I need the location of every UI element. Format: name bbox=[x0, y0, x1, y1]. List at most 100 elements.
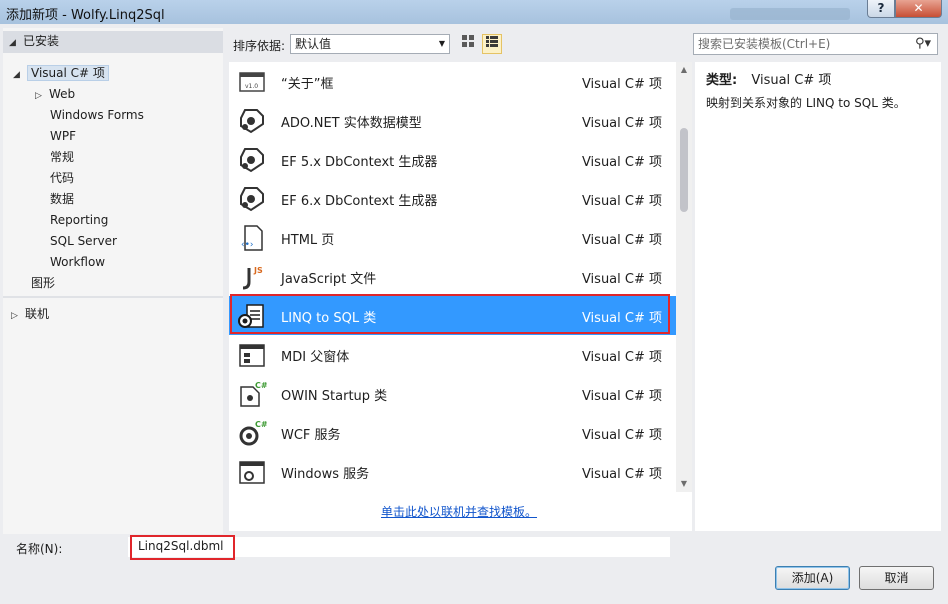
list-scrollbar[interactable]: ▲ ▼ bbox=[676, 62, 692, 492]
item-name: “关于”框 bbox=[281, 77, 334, 92]
tree-item-web[interactable]: ▷ Web bbox=[35, 84, 75, 104]
windows-service-icon bbox=[239, 461, 265, 484]
item-name: WCF 服务 bbox=[281, 428, 341, 443]
item-lang: Visual C# 项 bbox=[581, 155, 662, 170]
help-button[interactable]: ? bbox=[867, 0, 895, 18]
list-item[interactable]: EF 6.x DbContext 生成器 Visual C# 项 bbox=[229, 179, 676, 218]
search-input[interactable]: 搜索已安装模板(Ctrl+E) ⚲▾ bbox=[693, 33, 938, 55]
dbcontext-icon bbox=[240, 148, 264, 173]
list-item[interactable]: v1.0 “关于”框 Visual C# 项 bbox=[229, 62, 676, 101]
list-view-icon[interactable] bbox=[482, 34, 502, 54]
sort-label: 排序依据: bbox=[233, 39, 286, 53]
svg-text:C#: C# bbox=[255, 381, 267, 390]
item-name: JavaScript 文件 bbox=[281, 272, 377, 287]
name-label: 名称(N): bbox=[16, 542, 63, 556]
search-icon[interactable]: ⚲▾ bbox=[915, 34, 931, 54]
linq-to-sql-icon bbox=[238, 304, 264, 328]
blurred-region bbox=[730, 8, 850, 20]
collapsed-arrow-icon[interactable]: ▷ bbox=[35, 86, 49, 106]
wcf-service-icon: C# bbox=[239, 420, 267, 446]
tree-item-label: Web bbox=[49, 87, 76, 101]
item-lang: Visual C# 项 bbox=[581, 116, 662, 131]
sort-dropdown[interactable]: 默认值 ▼ bbox=[290, 34, 450, 54]
name-field[interactable]: Linq2Sql.dbml bbox=[128, 537, 670, 557]
collapsed-arrow-icon[interactable]: ▷ bbox=[11, 306, 25, 326]
tree-item-workflow[interactable]: Workflow bbox=[50, 252, 105, 272]
svg-text:JS: JS bbox=[253, 266, 263, 275]
svg-text:‹•›: ‹•› bbox=[241, 240, 254, 250]
tree-visual-csharp-label: Visual C# 项 bbox=[27, 65, 109, 81]
item-name: HTML 页 bbox=[281, 233, 335, 248]
item-name: OWIN Startup 类 bbox=[281, 389, 388, 404]
list-item-selected[interactable]: LINQ to SQL 类 Visual C# 项 bbox=[229, 296, 676, 335]
type-value: Visual C# 项 bbox=[751, 73, 832, 88]
scroll-thumb[interactable] bbox=[680, 128, 688, 212]
tree-item-general[interactable]: 常规 bbox=[50, 147, 74, 167]
item-lang: Visual C# 项 bbox=[581, 77, 662, 92]
tree-item-reporting[interactable]: Reporting bbox=[50, 210, 108, 230]
tree-item-data[interactable]: 数据 bbox=[50, 189, 74, 209]
list-item[interactable]: EF 5.x DbContext 生成器 Visual C# 项 bbox=[229, 140, 676, 179]
tree-item-wpf[interactable]: WPF bbox=[50, 126, 76, 146]
type-label: 类型: bbox=[706, 73, 738, 88]
javascript-file-icon: JS bbox=[242, 266, 263, 290]
dbcontext-icon bbox=[240, 187, 264, 212]
owin-startup-icon: C# bbox=[240, 381, 267, 407]
tree-item-graphics[interactable]: 图形 bbox=[31, 273, 55, 293]
about-box-icon: v1.0 bbox=[239, 72, 265, 92]
search-placeholder: 搜索已安装模板(Ctrl+E) bbox=[698, 37, 831, 51]
details-panel: 类型: Visual C# 项 映射到关系对象的 LINQ to SQL 类。 bbox=[695, 62, 941, 531]
item-lang: Visual C# 项 bbox=[581, 272, 662, 287]
tree-item-code[interactable]: 代码 bbox=[50, 168, 74, 188]
item-name: EF 6.x DbContext 生成器 bbox=[281, 194, 438, 209]
list-item[interactable]: MDI 父窗体 Visual C# 项 bbox=[229, 335, 676, 374]
scroll-down-icon[interactable]: ▼ bbox=[676, 476, 692, 492]
item-description: 映射到关系对象的 LINQ to SQL 类。 bbox=[706, 96, 906, 110]
list-item[interactable]: JS JavaScript 文件 Visual C# 项 bbox=[229, 257, 676, 296]
grid-view-icon[interactable] bbox=[458, 34, 478, 54]
template-list: v1.0 “关于”框 Visual C# 项 ADO.NET 实体数据模型 Vi… bbox=[229, 62, 692, 531]
item-lang: Visual C# 项 bbox=[581, 467, 662, 482]
list-item[interactable]: C# WCF 服务 Visual C# 项 bbox=[229, 413, 676, 452]
tree-online[interactable]: ▷ 联机 bbox=[11, 304, 49, 324]
list-item[interactable]: Windows 服务 Visual C# 项 bbox=[229, 452, 676, 491]
sort-value: 默认值 bbox=[295, 37, 332, 51]
tree-item-windows-forms[interactable]: Windows Forms bbox=[50, 105, 144, 125]
template-tree: ◢ 已安装 ◢ Visual C# 项 ▷ Web Windows Forms WPF… bbox=[3, 28, 223, 534]
item-lang: Visual C# 项 bbox=[581, 233, 662, 248]
item-lang: Visual C# 项 bbox=[581, 428, 662, 443]
entity-model-icon bbox=[240, 109, 264, 134]
tree-online-label: 联机 bbox=[25, 307, 50, 321]
expanded-arrow-icon[interactable]: ◢ bbox=[13, 65, 27, 85]
chevron-down-icon[interactable]: ▼ bbox=[439, 35, 445, 53]
item-name: LINQ to SQL 类 bbox=[281, 311, 377, 326]
list-item[interactable]: C# OWIN Startup 类 Visual C# 项 bbox=[229, 374, 676, 413]
close-button[interactable]: ✕ bbox=[895, 0, 942, 18]
item-lang: Visual C# 项 bbox=[581, 389, 662, 404]
item-lang: Visual C# 项 bbox=[581, 194, 662, 209]
svg-text:C#: C# bbox=[255, 420, 267, 429]
list-item[interactable]: ADO.NET 实体数据模型 Visual C# 项 bbox=[229, 101, 676, 140]
add-button[interactable]: 添加(A) bbox=[775, 566, 850, 590]
tree-installed-label: 已安装 bbox=[23, 34, 60, 48]
html-page-icon: ‹•› bbox=[241, 225, 263, 251]
scroll-up-icon[interactable]: ▲ bbox=[676, 62, 692, 78]
mdi-form-icon bbox=[239, 344, 265, 367]
item-name: EF 5.x DbContext 生成器 bbox=[281, 155, 438, 170]
add-new-item-dialog: 添加新项 - Wolfy.Linq2Sql ? ✕ ◢ 已安装 ◢ Visual C… bbox=[0, 0, 948, 604]
tree-visual-csharp[interactable]: ◢ Visual C# 项 bbox=[13, 63, 109, 83]
item-name: Windows 服务 bbox=[281, 467, 370, 482]
tree-installed[interactable]: ◢ 已安装 bbox=[3, 31, 223, 53]
svg-text:v1.0: v1.0 bbox=[245, 83, 258, 90]
online-templates-link[interactable]: 单击此处以联机并查找模板。 bbox=[381, 503, 537, 520]
item-lang: Visual C# 项 bbox=[581, 350, 662, 365]
window-title: 添加新项 - Wolfy.Linq2Sql bbox=[6, 8, 165, 23]
tree-item-sql-server[interactable]: SQL Server bbox=[50, 231, 117, 251]
expanded-arrow-icon[interactable]: ◢ bbox=[9, 33, 23, 53]
type-row: 类型: Visual C# 项 bbox=[706, 69, 831, 88]
cancel-button[interactable]: 取消 bbox=[859, 566, 934, 590]
divider bbox=[3, 296, 223, 298]
title-bar: 添加新项 - Wolfy.Linq2Sql ? ✕ bbox=[0, 0, 948, 24]
item-name: ADO.NET 实体数据模型 bbox=[281, 116, 422, 131]
list-item[interactable]: ‹•› HTML 页 Visual C# 项 bbox=[229, 218, 676, 257]
